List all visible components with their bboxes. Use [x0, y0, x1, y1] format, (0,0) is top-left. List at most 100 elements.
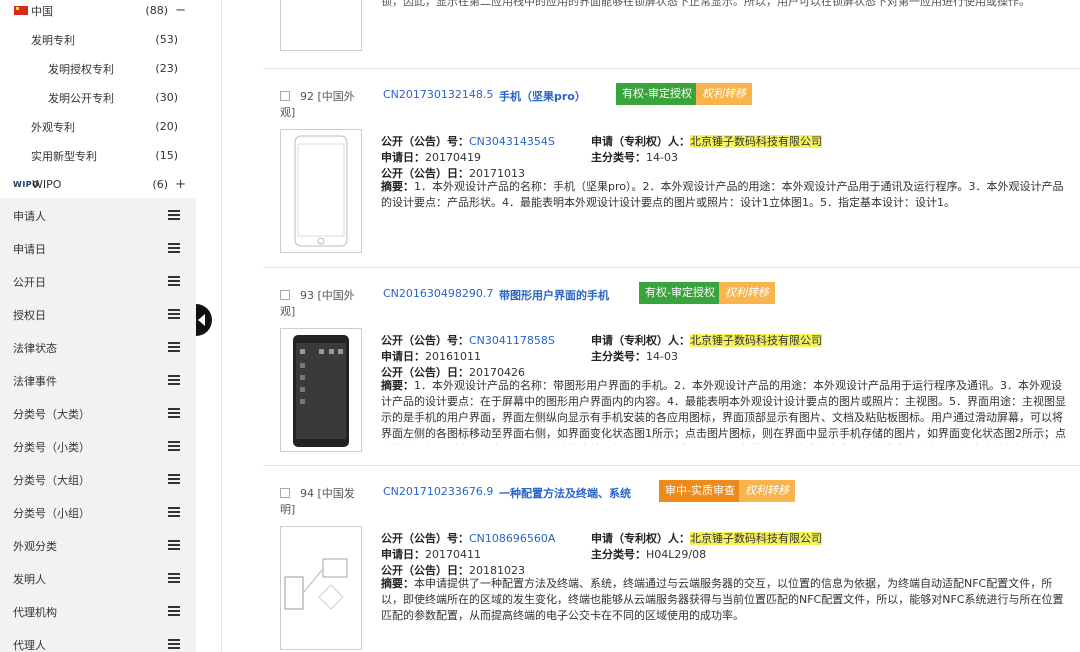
- menu-icon[interactable]: [168, 540, 180, 550]
- filter-group[interactable]: 外观分类: [0, 528, 196, 561]
- filter-group[interactable]: 代理人: [0, 627, 196, 652]
- filter-group[interactable]: 公开日: [0, 264, 196, 297]
- patent-title-link[interactable]: 带图形用户界面的手机: [499, 287, 609, 303]
- filter-group[interactable]: 申请人: [0, 198, 196, 231]
- filter-group[interactable]: 法律状态: [0, 330, 196, 363]
- publication-number-link[interactable]: CN304117858S: [469, 334, 555, 347]
- legal-status-badge[interactable]: 有权-审定授权: [639, 282, 721, 304]
- filter-group-label: 授权日: [13, 309, 46, 322]
- filter-group[interactable]: 法律事件: [0, 363, 196, 396]
- menu-icon[interactable]: [168, 309, 180, 319]
- abstract-value: 本申请提供了一种配置方法及终端、系统，终端通过与云端服务器的交互，以位置的信息为…: [381, 577, 1064, 622]
- filter-group[interactable]: 分类号（大类）: [0, 396, 196, 429]
- menu-icon[interactable]: [168, 639, 180, 649]
- filter-group[interactable]: 授权日: [0, 297, 196, 330]
- tree-item[interactable]: 发明公开专利 (30): [0, 83, 196, 112]
- menu-icon[interactable]: [168, 507, 180, 517]
- filter-group-label: 分类号（大类）: [13, 408, 90, 421]
- legal-status-badge[interactable]: 有权-审定授权: [616, 83, 698, 105]
- tree-item[interactable]: 中国 (88) −: [0, 0, 196, 25]
- filter-group[interactable]: 分类号（小类）: [0, 429, 196, 462]
- tree-item-count: (23): [155, 62, 178, 75]
- filter-group[interactable]: 代理机构: [0, 594, 196, 627]
- applicant-link[interactable]: 北京锤子数码科技有限公司: [690, 532, 822, 545]
- filter-group-label: 法律状态: [13, 342, 57, 355]
- tree-item[interactable]: 发明专利 (53): [0, 25, 196, 54]
- filter-group[interactable]: 申请日: [0, 231, 196, 264]
- menu-icon[interactable]: [168, 606, 180, 616]
- result-record: 92 [中国外 观] CN201730132148.5 手机（坚果pro） 有权-审定授…: [263, 68, 1080, 267]
- result-abstract-tail: 锁，因此，显示在第二应用栈中的应用的界面能够在锁屏状态下正常显示。所以，用户可以…: [381, 0, 1030, 8]
- collapse-sidebar-button[interactable]: [196, 304, 212, 336]
- classification-value: 14-03: [646, 151, 678, 164]
- menu-icon[interactable]: [168, 243, 180, 253]
- filter-group[interactable]: 分类号（小组）: [0, 495, 196, 528]
- publication-number-link[interactable]: CN304314354S: [469, 135, 555, 148]
- tree-item-count: (53): [155, 33, 178, 46]
- transfer-badge[interactable]: 权利转移: [739, 480, 795, 502]
- patent-drawing-thumbnail[interactable]: [280, 328, 362, 452]
- application-date: 申请日：20170419: [381, 149, 481, 165]
- patent-title-link[interactable]: 一种配置方法及终端、系统: [499, 485, 631, 501]
- select-checkbox[interactable]: [280, 91, 290, 101]
- main-classification: 主分类号：14-03: [591, 348, 678, 364]
- menu-icon[interactable]: [168, 375, 180, 385]
- filter-group-label: 分类号（小组）: [13, 507, 90, 520]
- tree-item-label: 中国: [31, 4, 53, 18]
- publication-number: 公开（公告）号：CN304314354S: [381, 133, 555, 149]
- main-classification: 主分类号：14-03: [591, 149, 678, 165]
- filter-group[interactable]: 分类号（大组）: [0, 462, 196, 495]
- applicant: 申请（专利权）人：北京锤子数码科技有限公司: [591, 530, 822, 546]
- applicant-label: 申请（专利权）人：: [591, 334, 690, 347]
- patent-title-link[interactable]: 手机（坚果pro）: [499, 88, 586, 104]
- sidebar-divider: [212, 0, 222, 652]
- publication-number-label: 公开（公告）号：: [381, 334, 469, 347]
- menu-icon[interactable]: [168, 210, 180, 220]
- applicant-link[interactable]: 北京锤子数码科技有限公司: [690, 334, 822, 347]
- menu-icon[interactable]: [168, 474, 180, 484]
- publication-number-link[interactable]: CN108696560A: [469, 532, 555, 545]
- tree-item[interactable]: 发明授权专利 (23): [0, 54, 196, 83]
- results-list: 锁，因此，显示在第二应用栈中的应用的界面能够在锁屏状态下正常显示。所以，用户可以…: [263, 0, 1080, 652]
- collapse-icon[interactable]: −: [175, 3, 186, 18]
- menu-icon[interactable]: [168, 342, 180, 352]
- result-source: 94 [中国发: [300, 487, 355, 500]
- applicant: 申请（专利权）人：北京锤子数码科技有限公司: [591, 133, 822, 149]
- result-source-continued: 观]: [280, 305, 296, 318]
- transfer-badge[interactable]: 权利转移: [719, 282, 775, 304]
- tree-item[interactable]: 外观专利 (20): [0, 112, 196, 141]
- tree-item[interactable]: 实用新型专利 (15): [0, 141, 196, 170]
- system-diagram-icon: [284, 558, 348, 610]
- classification-value: H04L29/08: [646, 548, 707, 561]
- menu-icon[interactable]: [168, 441, 180, 451]
- transfer-badge[interactable]: 权利转移: [696, 83, 752, 105]
- application-number-link[interactable]: CN201730132148.5: [383, 88, 493, 101]
- menu-icon[interactable]: [168, 276, 180, 286]
- select-checkbox[interactable]: [280, 290, 290, 300]
- filter-group-label: 分类号（大组）: [13, 474, 90, 487]
- application-date-label: 申请日：: [381, 548, 425, 561]
- result-thumbnail[interactable]: [280, 0, 362, 51]
- application-number-link[interactable]: CN201630498290.7: [383, 287, 493, 300]
- select-checkbox[interactable]: [280, 488, 290, 498]
- menu-icon[interactable]: [168, 573, 180, 583]
- filter-group-label: 法律事件: [13, 375, 57, 388]
- patent-drawing-thumbnail[interactable]: [280, 526, 362, 650]
- publication-number-label: 公开（公告）号：: [381, 135, 469, 148]
- classification-label: 主分类号：: [591, 350, 646, 363]
- filter-group-label: 公开日: [13, 276, 46, 289]
- filter-group-label: 代理机构: [13, 606, 57, 619]
- applicant-link[interactable]: 北京锤子数码科技有限公司: [690, 135, 822, 148]
- menu-icon[interactable]: [168, 408, 180, 418]
- filter-group[interactable]: 发明人: [0, 561, 196, 594]
- filter-group-label: 申请人: [13, 210, 46, 223]
- application-number-link[interactable]: CN201710233676.9: [383, 485, 493, 498]
- legal-status-badge[interactable]: 审中-实质审查: [659, 480, 741, 502]
- tree-item[interactable]: WIPO WIPO (6) +: [0, 170, 196, 199]
- patent-drawing-thumbnail[interactable]: [280, 129, 362, 253]
- result-source-continued: 观]: [280, 106, 296, 119]
- result-source-continued: 明]: [280, 503, 296, 516]
- application-date-label: 申请日：: [381, 151, 425, 164]
- classification-label: 主分类号：: [591, 548, 646, 561]
- expand-icon[interactable]: +: [175, 177, 186, 192]
